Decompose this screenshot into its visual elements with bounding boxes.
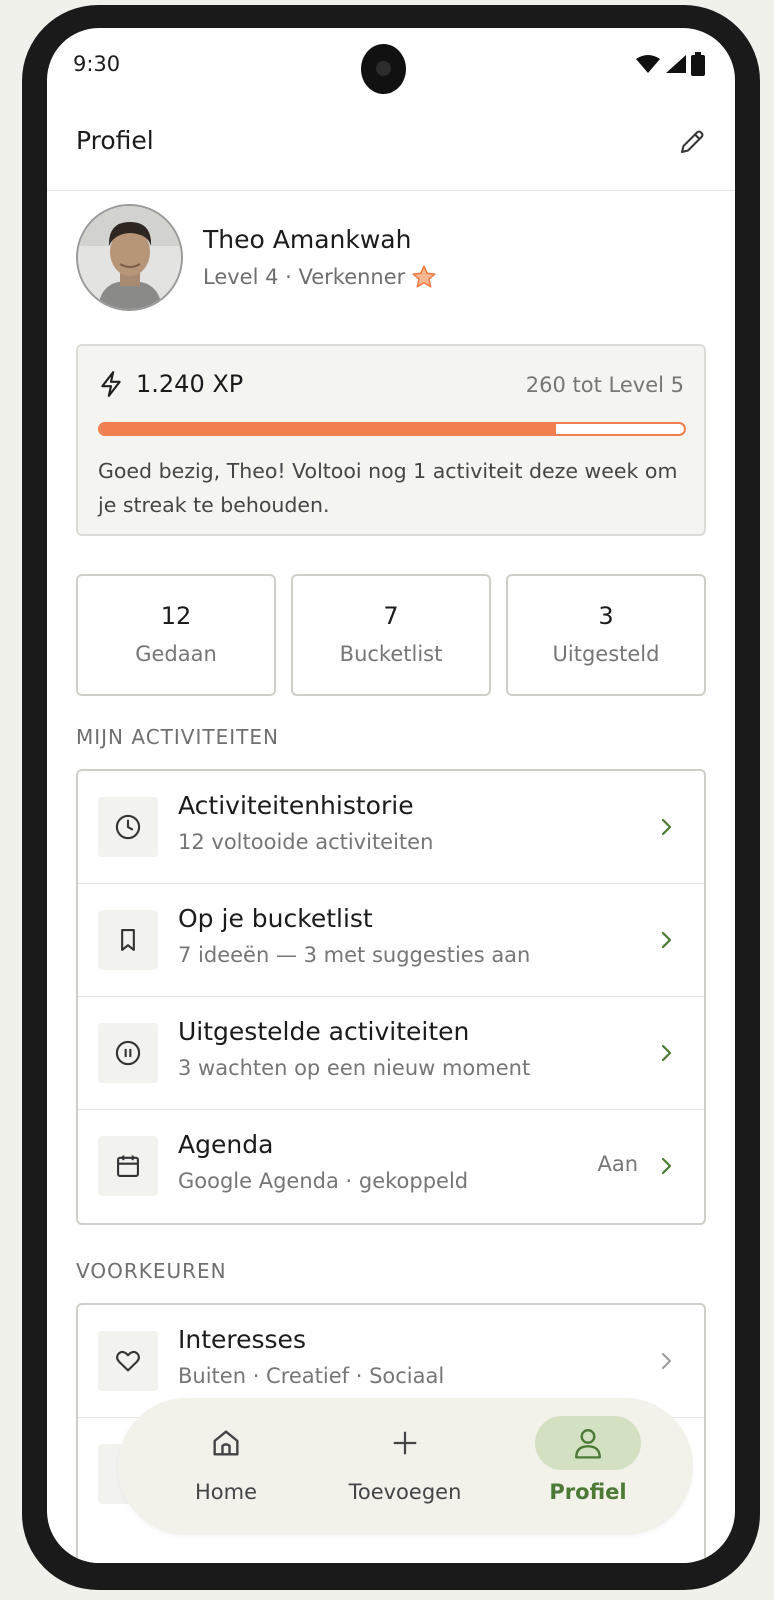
bottom-navigation: Home Toevoegen Profiel [118,1398,693,1535]
activities-list: Activiteitenhistorie 12 voltooide activi… [76,769,706,1225]
status-bar: 9:30 [47,28,735,98]
profile-level: Level 4 · Verkenner [203,264,437,290]
nav-pill [535,1416,641,1470]
avatar-photo [78,206,181,309]
list-item-calendar[interactable]: Agenda Google Agenda · gekoppeld Aan [78,1110,704,1223]
item-title: Uitgestelde activiteiten [178,1017,470,1046]
item-subtitle: 7 ideeën — 3 met suggesties aan [178,943,531,967]
pause-icon [115,1040,141,1066]
chevron-right-icon [662,1353,671,1369]
section-title-activities: MIJN ACTIVITEITEN [76,725,279,749]
level-text: Level 4 · Verkenner [203,265,406,289]
list-item-postponed[interactable]: Uitgestelde activiteiten 3 wachten op ee… [78,997,704,1110]
bookmark-icon [121,929,135,951]
icon-box [98,910,158,970]
item-title: Activiteitenhistorie [178,791,414,820]
nav-profile[interactable]: Profiel [518,1416,658,1504]
person-icon [575,1429,601,1459]
lightning-icon [101,371,121,397]
page-title: Profiel [76,126,154,155]
app-bar: Profiel [47,98,735,191]
stat-label: Uitgesteld [552,642,660,666]
star-icon [412,265,436,288]
xp-message: Goed bezig, Theo! Voltooi nog 1 activite… [98,459,678,517]
icon-box [98,1331,158,1391]
pencil-icon[interactable] [676,126,708,158]
nav-home[interactable]: Home [156,1416,296,1504]
xp-total: 1.240 XP [98,370,243,398]
nav-pill [173,1416,279,1470]
front-camera [361,44,406,94]
item-subtitle: Google Agenda · gekoppeld [178,1169,469,1193]
item-subtitle: 3 wachten op een nieuw moment [178,1056,531,1080]
item-subtitle: Buiten · Creatief · Sociaal [178,1364,445,1388]
chevron-right-icon [661,931,672,949]
xp-to-next-level: 260 tot Level 5 [525,373,684,397]
nav-add[interactable]: Toevoegen [335,1416,475,1504]
nav-label: Toevoegen [348,1480,462,1504]
chevron-right-icon [661,1157,672,1175]
screen: 9:30 Profiel Theo Amankwah Level 4 · Ver… [47,28,735,1563]
profile-header: Theo Amankwah Level 4 · Verkenner [76,204,437,311]
stat-value: 7 [383,602,399,630]
battery-icon [691,52,705,76]
xp-progress-fill [100,424,556,434]
item-title: Interesses [178,1325,306,1354]
item-subtitle: 12 voltooide activiteiten [178,830,434,854]
phone-frame: 9:30 Profiel Theo Amankwah Level 4 · Ver… [22,5,760,1590]
avatar[interactable] [76,204,183,311]
plus-icon [393,1431,417,1455]
icon-box [98,797,158,857]
xp-card: 1.240 XP 260 tot Level 5 Goed bezig, The… [76,344,706,536]
stat-label: Gedaan [135,642,217,666]
status-time: 9:30 [73,52,121,76]
nav-label: Profiel [549,1480,627,1504]
stat-value: 12 [160,602,192,630]
item-title: Op je bucketlist [178,904,373,933]
list-item-history[interactable]: Activiteitenhistorie 12 voltooide activi… [78,771,704,884]
chevron-right-icon [661,1044,672,1062]
stat-postponed[interactable]: 3 Uitgesteld [506,574,706,696]
nav-pill [352,1416,458,1470]
heart-icon [116,1350,140,1372]
home-icon [213,1430,239,1456]
nav-label: Home [194,1480,257,1504]
calendar-status: Aan [597,1152,638,1176]
stat-label: Bucketlist [339,642,443,666]
list-item-bucketlist[interactable]: Op je bucketlist 7 ideeën — 3 met sugges… [78,884,704,997]
status-icons [635,52,705,76]
stats-row: 12 Gedaan 7 Bucketlist 3 Uitgesteld [76,574,706,696]
wifi-icon [636,55,660,73]
profile-name: Theo Amankwah [203,225,412,254]
section-title-preferences: VOORKEUREN [76,1259,227,1283]
xp-amount: 1.240 XP [136,370,244,398]
icon-box [98,1023,158,1083]
calendar-icon [117,1155,139,1177]
stat-bucketlist[interactable]: 7 Bucketlist [291,574,491,696]
chevron-right-icon [661,818,672,836]
xp-progress-bar [98,422,686,436]
signal-icon [666,55,686,73]
icon-box [98,1136,158,1196]
stat-value: 3 [598,602,614,630]
stat-done[interactable]: 12 Gedaan [76,574,276,696]
clock-icon [115,814,141,840]
item-title: Agenda [178,1130,274,1159]
